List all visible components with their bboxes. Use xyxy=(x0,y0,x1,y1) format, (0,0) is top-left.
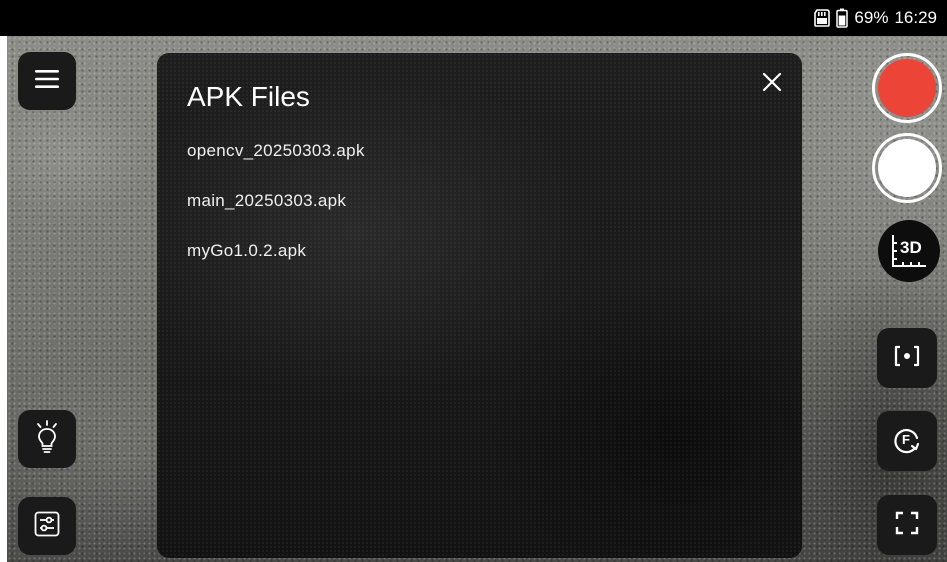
file-item[interactable]: main_20250303.apk xyxy=(187,189,365,239)
rotate-camera-icon: F xyxy=(892,426,922,456)
adjust-settings-button[interactable] xyxy=(18,497,76,555)
clock: 16:29 xyxy=(894,8,937,27)
ruler-3d-icon: 3D xyxy=(889,231,929,271)
flip-label: F xyxy=(902,432,910,447)
close-icon xyxy=(761,71,783,98)
menu-button[interactable] xyxy=(18,52,76,110)
fullscreen-icon xyxy=(895,511,919,540)
battery-percent: 69% xyxy=(854,8,889,27)
record-icon xyxy=(878,59,936,117)
file-list: opencv_20250303.apk main_20250303.apk my… xyxy=(187,139,365,289)
shutter-icon xyxy=(878,139,936,197)
status-bar: 69% 16:29 xyxy=(0,0,947,36)
dialog-title: APK Files xyxy=(187,81,310,112)
file-item[interactable]: myGo1.0.2.apk xyxy=(187,239,365,289)
sd-card-icon xyxy=(814,9,831,27)
record-button[interactable] xyxy=(872,53,942,123)
focus-frame-icon xyxy=(894,345,920,372)
sliders-icon xyxy=(34,511,60,542)
lightbulb-icon xyxy=(34,419,60,459)
flip-camera-button[interactable]: F xyxy=(877,411,937,471)
close-button[interactable] xyxy=(759,71,785,97)
battery-icon xyxy=(836,8,849,28)
3d-label: 3D xyxy=(900,238,922,257)
fullscreen-button[interactable] xyxy=(877,495,937,555)
focus-button[interactable] xyxy=(877,328,937,388)
shutter-button[interactable] xyxy=(872,133,942,203)
file-item[interactable]: opencv_20250303.apk xyxy=(187,139,365,189)
menu-icon xyxy=(34,68,60,95)
measure-3d-button[interactable]: 3D xyxy=(878,220,940,282)
apk-files-dialog: APK Files opencv_20250303.apk main_20250… xyxy=(157,53,802,558)
light-button[interactable] xyxy=(18,410,76,468)
